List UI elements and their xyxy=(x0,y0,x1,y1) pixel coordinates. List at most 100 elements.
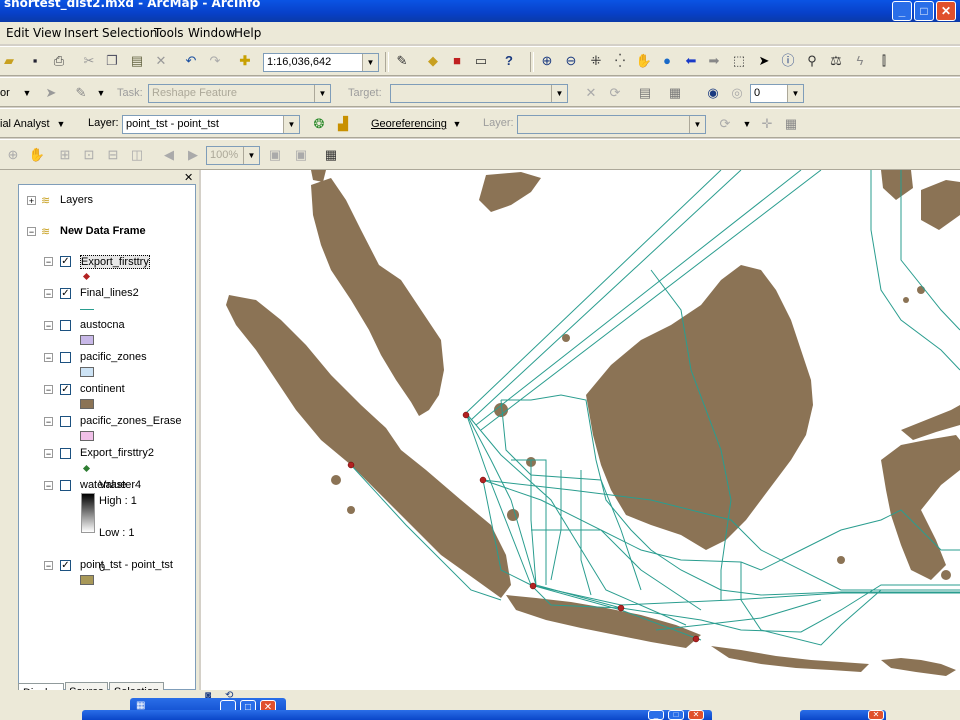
snapping-icon[interactable]: ◉ xyxy=(704,84,722,102)
layer-name[interactable]: pacific_zones_Erase xyxy=(80,415,182,427)
menu-tools[interactable]: Tools xyxy=(154,26,184,40)
collapse-icon[interactable]: − xyxy=(44,257,53,267)
map-canvas[interactable] xyxy=(201,170,960,690)
copy-icon[interactable]: ❐ xyxy=(103,52,121,70)
layer-visibility-checkbox[interactable] xyxy=(60,416,71,427)
layer-name[interactable]: point_tst - point_tst xyxy=(80,559,173,571)
layer-visibility-checkbox[interactable]: ✓ xyxy=(60,384,71,395)
fixed-zoom-icon[interactable]: ⊟ xyxy=(104,146,122,164)
back-extent-icon[interactable]: ⬅ xyxy=(682,52,700,70)
select-features-icon[interactable]: ⬚ xyxy=(730,52,748,70)
menu-selection[interactable]: Selection xyxy=(102,26,157,40)
layout-extent-icon[interactable]: ◫ xyxy=(128,146,146,164)
pan-icon[interactable]: ✋ xyxy=(635,52,653,70)
menu-edit[interactable]: Edit xyxy=(6,26,29,40)
forward-extent-icon[interactable]: ➡ xyxy=(705,52,723,70)
chevron-down-icon[interactable]: ▼ xyxy=(448,115,466,133)
collapse-icon[interactable]: − xyxy=(44,561,53,571)
map-view[interactable] xyxy=(201,170,960,690)
chevron-down-icon[interactable]: ▼ xyxy=(314,85,330,102)
collapse-icon[interactable]: − xyxy=(44,321,53,331)
full-extent-icon[interactable]: ● xyxy=(658,52,676,70)
sketch-tool-icon[interactable]: ✎ xyxy=(72,84,90,102)
number-combo[interactable]: 0 ▼ xyxy=(750,84,804,103)
edit-tool-icon[interactable]: ➤ xyxy=(42,84,60,102)
collapse-icon[interactable]: − xyxy=(44,385,53,395)
collapse-icon[interactable]: − xyxy=(44,289,53,299)
menu-view[interactable]: View xyxy=(33,26,61,40)
close-button[interactable]: ✕ xyxy=(868,710,884,720)
chevron-down-icon[interactable]: ▼ xyxy=(362,54,378,71)
command-line-icon[interactable]: ▭ xyxy=(472,52,490,70)
chevron-down-icon[interactable]: ▼ xyxy=(92,84,110,102)
layer-combo[interactable]: point_tst - point_tst ▼ xyxy=(122,115,300,134)
layer-visibility-checkbox[interactable] xyxy=(60,480,71,491)
open-icon[interactable]: ▰ xyxy=(0,52,18,70)
editor-menu[interactable]: or xyxy=(0,87,10,99)
minimize-button[interactable]: _ xyxy=(648,710,664,720)
fixed-zoom-in-icon[interactable]: ⁜ xyxy=(587,52,605,70)
delete-icon[interactable]: ✕ xyxy=(152,52,170,70)
histogram-icon[interactable]: ▟ xyxy=(334,115,352,133)
minimize-button[interactable]: _ xyxy=(892,1,912,21)
collapse-icon[interactable]: − xyxy=(44,481,53,491)
link-table-icon[interactable]: ▦ xyxy=(782,115,800,133)
expand-icon[interactable]: + xyxy=(27,196,36,206)
maximize-button[interactable]: □ xyxy=(914,1,934,21)
zoom-in-icon[interactable]: ⊕ xyxy=(538,52,556,70)
collapse-icon[interactable]: − xyxy=(27,227,36,237)
layout-zoom-in-icon[interactable]: ⊕ xyxy=(4,146,22,164)
hyperlink-icon[interactable]: ϟ xyxy=(851,52,869,70)
chevron-down-icon[interactable]: ▼ xyxy=(52,115,70,133)
undo-icon[interactable]: ↶ xyxy=(182,52,200,70)
rotate-tool-icon[interactable]: ⟳ xyxy=(606,84,624,102)
attributes-icon[interactable]: ▤ xyxy=(636,84,654,102)
whats-this-icon[interactable]: ? xyxy=(500,52,518,70)
maximize-button[interactable]: □ xyxy=(668,710,684,720)
cut-icon[interactable]: ✂ xyxy=(80,52,98,70)
spatial-analyst-menu[interactable]: ial Analyst xyxy=(0,118,50,130)
print-icon[interactable]: ⎙ xyxy=(50,52,68,70)
find-icon[interactable]: ⚲ xyxy=(803,52,821,70)
toggle-draft-icon[interactable]: ▣ xyxy=(266,146,284,164)
split-tool-icon[interactable]: ✕ xyxy=(582,84,600,102)
select-elements-icon[interactable]: ➤ xyxy=(755,52,773,70)
layer-name[interactable]: pacific_zones xyxy=(80,351,147,363)
zoom-whole-page-icon[interactable]: ⊞ xyxy=(56,146,74,164)
layer-visibility-checkbox[interactable] xyxy=(60,352,71,363)
layer-name[interactable]: Export_firsttry2 xyxy=(80,447,154,459)
close-button[interactable]: ✕ xyxy=(936,1,956,21)
add-data-icon[interactable]: ✚ xyxy=(236,52,254,70)
georef-layer-combo[interactable]: ▼ xyxy=(517,115,706,134)
change-layout-icon[interactable]: ▦ xyxy=(322,146,340,164)
chevron-down-icon[interactable]: ▼ xyxy=(551,85,567,102)
arctoolbox-icon[interactable]: ■ xyxy=(448,52,466,70)
layout-forward-icon[interactable]: ▶ xyxy=(184,146,202,164)
close-icon[interactable]: ✕ xyxy=(184,171,193,184)
measure-icon[interactable]: ⚖ xyxy=(827,52,845,70)
layer-visibility-checkbox[interactable]: ✓ xyxy=(60,560,71,571)
time-slider-icon[interactable]: ⫿ xyxy=(875,52,893,70)
georeferencing-menu[interactable]: Georeferencing xyxy=(371,118,447,130)
focus-frame-icon[interactable]: ▣ xyxy=(292,146,310,164)
collapse-icon[interactable]: − xyxy=(44,449,53,459)
save-icon[interactable]: ▪ xyxy=(26,52,44,70)
zoom-100-icon[interactable]: ⊡ xyxy=(80,146,98,164)
layout-pan-icon[interactable]: ✋ xyxy=(28,146,46,164)
layer-name[interactable]: Final_lines2 xyxy=(80,287,139,299)
layer-name[interactable]: Export_firsttry xyxy=(80,255,150,269)
chevron-down-icon[interactable]: ▼ xyxy=(283,116,299,133)
editor-toolbar-icon[interactable]: ✎ xyxy=(393,52,411,70)
menu-insert[interactable]: Insert xyxy=(64,26,98,40)
collapse-icon[interactable]: − xyxy=(44,417,53,427)
zoom-percent-combo[interactable]: 100% ▼ xyxy=(206,146,260,165)
redo-icon[interactable]: ↷ xyxy=(206,52,224,70)
topology-icon[interactable]: ◎ xyxy=(728,84,746,102)
layer-visibility-checkbox[interactable]: ✓ xyxy=(60,288,71,299)
minimized-window-2[interactable]: _ □ ✕ xyxy=(82,710,712,720)
close-button[interactable]: ✕ xyxy=(688,710,704,720)
menu-help[interactable]: Help xyxy=(234,26,261,40)
layer-name[interactable]: austocna xyxy=(80,319,125,331)
chevron-down-icon[interactable]: ▼ xyxy=(787,85,803,102)
arccatalog-icon[interactable]: ◆ xyxy=(424,52,442,70)
